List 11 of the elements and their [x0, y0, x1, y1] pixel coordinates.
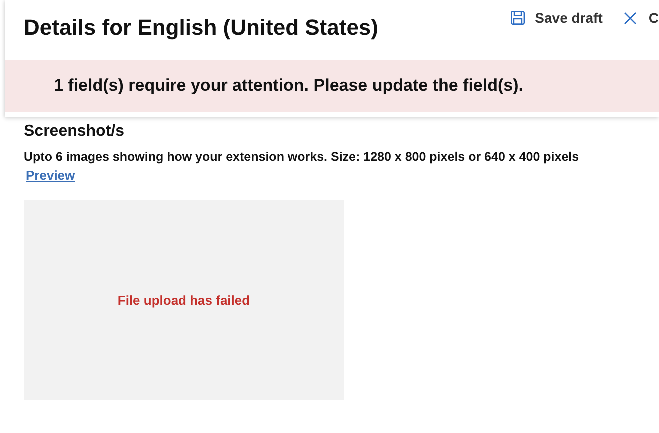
section-heading: Screenshot/s: [24, 123, 126, 141]
save-icon: [511, 11, 526, 25]
close-icon: [624, 12, 637, 24]
page-title: Details for English (United States): [24, 15, 378, 41]
section-description: Upto 6 images showing how your extension works. Size: 1280 x 800 pixels or 640 x 400 pixels: [24, 150, 580, 164]
error-message: 1 field(s) require your attention. Please update the field(s).: [54, 76, 524, 96]
upload-area[interactable]: File upload has failed: [24, 200, 344, 400]
save-draft-button[interactable]: Save draft: [511, 10, 603, 26]
upload-error: File upload has failed: [118, 292, 250, 308]
close-button[interactable]: C: [624, 10, 659, 26]
preview-link[interactable]: Preview: [26, 168, 76, 183]
